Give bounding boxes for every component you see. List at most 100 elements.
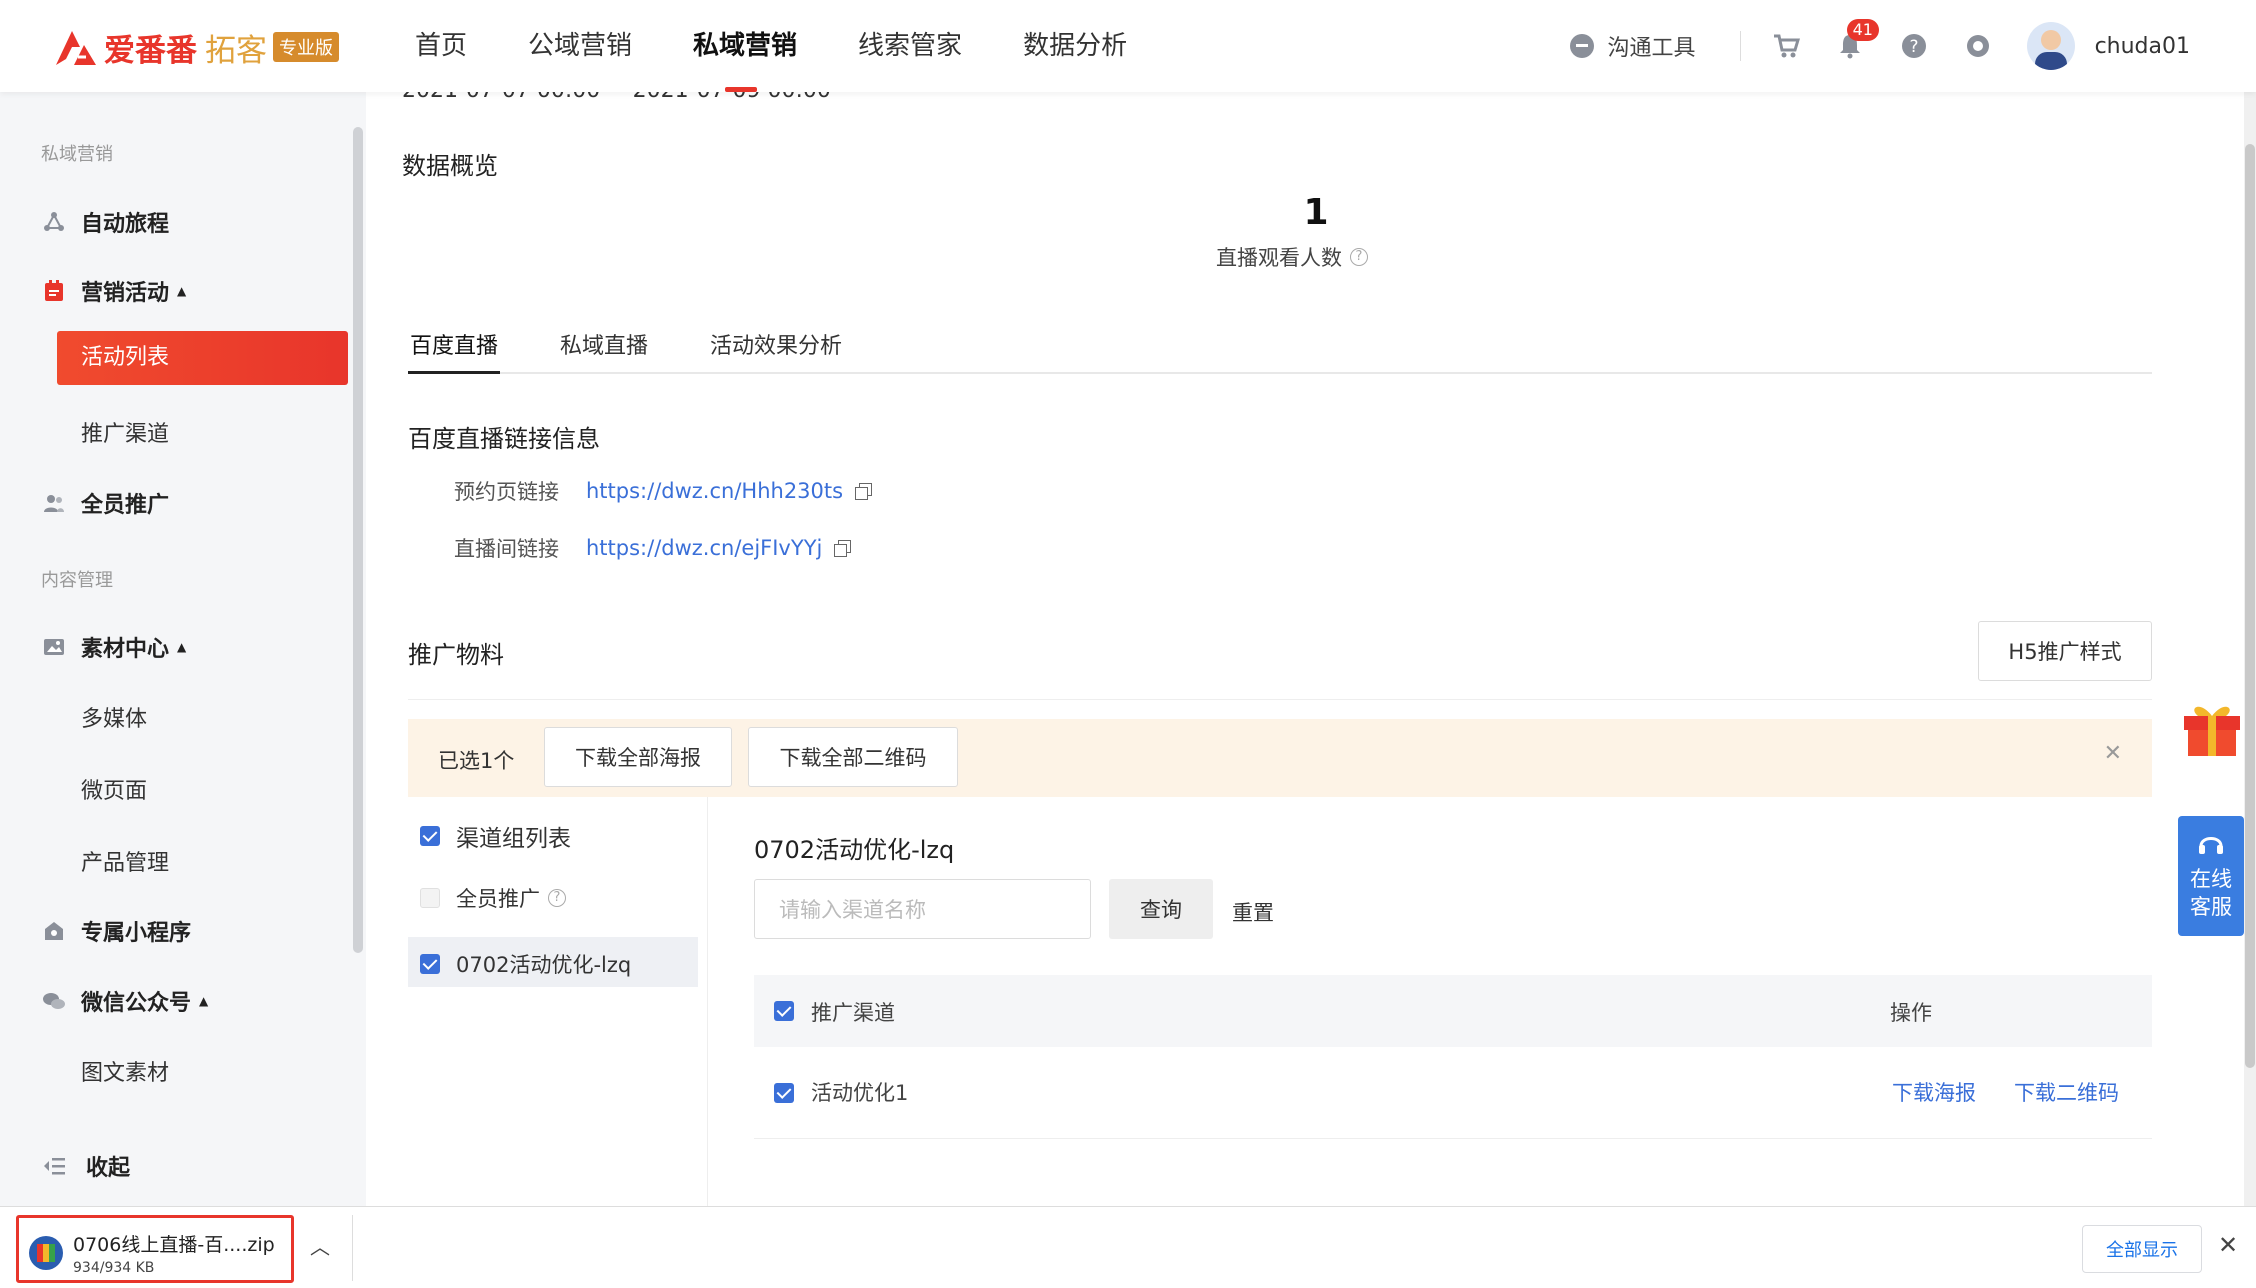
sidebar-item-label: 营销活动: [81, 281, 170, 306]
tree-label: 渠道组列表: [456, 826, 571, 852]
tree-label: 0702活动优化-lzq: [456, 953, 632, 977]
comm-tool-label: 沟通工具: [1607, 36, 1696, 61]
sidebar-item-multimedia[interactable]: 多媒体: [81, 701, 147, 733]
sidebar-item-mini-program[interactable]: 专属小程序: [42, 915, 191, 947]
cs-label-1: 在线: [2190, 867, 2232, 891]
question-icon[interactable]: ?: [548, 889, 566, 907]
row-channel: 活动优化1: [811, 1081, 909, 1105]
sidebar-item-material-center[interactable]: 素材中心 ▲: [42, 631, 186, 663]
users-icon: [44, 495, 64, 512]
online-service-button[interactable]: 在线 客服: [2178, 816, 2244, 936]
nav-lead-manager[interactable]: 线索管家: [858, 0, 962, 92]
channel-group-title: 0702活动优化-lzq: [754, 836, 955, 864]
chevron-up-icon[interactable]: ︿: [310, 1231, 330, 1260]
viewer-count: 1: [1303, 192, 1329, 233]
chat-icon: [1569, 34, 1594, 58]
cs-label-2: 客服: [2190, 895, 2232, 919]
sidebar-item-product-mgmt[interactable]: 产品管理: [81, 845, 169, 877]
select-all-checkbox[interactable]: [774, 1001, 794, 1021]
download-item[interactable]: 0706线上直播-百....zip 934/934 KB: [16, 1215, 294, 1283]
copy-icon[interactable]: [855, 483, 873, 500]
sidebar: 私域营销 自动旅程 营销活动 ▲ 活动列表 推广渠道 全员推广 内容管理 素材中…: [0, 92, 366, 1206]
page-scrollbar[interactable]: [2244, 92, 2256, 1206]
username[interactable]: chuda01: [2095, 34, 2190, 59]
table-row: 活动优化1 下载海报 下载二维码: [754, 1047, 2152, 1139]
settings-icon[interactable]: [1963, 31, 1993, 61]
channel-tree: 渠道组列表 全员推广 ? 0702活动优化-lzq: [408, 797, 708, 1206]
sidebar-item-article-material[interactable]: 图文素材: [81, 1055, 169, 1087]
row-checkbox[interactable]: [774, 1083, 794, 1103]
tree-label: 全员推广: [456, 887, 540, 911]
nav-public-marketing[interactable]: 公域营销: [528, 0, 632, 92]
comm-tool-button[interactable]: 沟通工具: [1569, 30, 1696, 62]
sidebar-group-private-marketing: 私域营销: [41, 144, 113, 165]
nav-home[interactable]: 首页: [415, 0, 467, 92]
archive-file-icon: [29, 1236, 63, 1270]
sidebar-scrollbar[interactable]: [353, 127, 363, 953]
mini-program-icon: [45, 922, 63, 940]
sidebar-collapse-button[interactable]: 收起: [42, 1150, 130, 1182]
download-file-size: 934/934 KB: [73, 1260, 155, 1276]
collapse-label: 收起: [86, 1156, 131, 1181]
download-file-name: 0706线上直播-百....zip: [73, 1234, 275, 1256]
caret-up-icon: ▲: [177, 640, 187, 654]
caret-up-icon: ▲: [199, 994, 209, 1008]
scroll-thumb[interactable]: [2245, 144, 2255, 1068]
channel-search-input[interactable]: 请输入渠道名称: [754, 879, 1091, 939]
tree-all-staff[interactable]: 全员推广 ?: [420, 883, 566, 913]
sidebar-item-wechat-official[interactable]: 微信公众号 ▲: [42, 985, 208, 1017]
download-all-qr-button[interactable]: 下载全部二维码: [748, 727, 958, 787]
booking-link[interactable]: https://dwz.cn/Hhh230ts: [586, 479, 843, 503]
svg-text:?: ?: [1909, 37, 1918, 57]
header-right: 沟通工具 41 ? chuda01: [1569, 0, 2256, 92]
app-page: 爱番番 拓客 专业版 首页 公域营销 私域营销 线索管家 数据分析 沟通工具 4…: [0, 0, 2256, 1288]
sidebar-item-auto-journey[interactable]: 自动旅程: [42, 206, 169, 238]
tab-effect-analysis[interactable]: 活动效果分析: [708, 328, 844, 374]
question-icon[interactable]: ?: [1350, 248, 1368, 266]
show-all-button[interactable]: 全部显示: [2082, 1225, 2202, 1273]
download-poster-link[interactable]: 下载海报: [1892, 1077, 1976, 1107]
reset-button[interactable]: 重置: [1232, 897, 1274, 927]
copy-icon[interactable]: [834, 540, 852, 557]
link-info-title: 百度直播链接信息: [408, 425, 600, 453]
help-icon[interactable]: ?: [1899, 31, 1929, 61]
h5-style-button[interactable]: H5推广样式: [1978, 621, 2152, 681]
live-tabs: 百度直播 私域直播 活动效果分析: [408, 328, 2152, 374]
sidebar-item-label: 全员推广: [81, 493, 170, 518]
download-qr-link[interactable]: 下载二维码: [2014, 1077, 2119, 1107]
sidebar-item-activity-list[interactable]: 活动列表: [57, 331, 348, 385]
tab-private-live[interactable]: 私域直播: [558, 328, 650, 374]
sidebar-item-promo-channel[interactable]: 推广渠道: [81, 416, 169, 448]
main-content: 2021-07-07 00:00 ~ 2021-07-09 00:00 数据概览…: [366, 92, 2244, 1206]
checkbox-checked[interactable]: [420, 826, 440, 846]
selected-count: 已选1个: [438, 749, 515, 773]
live-link-row: 直播间链接 https://dwz.cn/ejFIvYYj: [454, 533, 852, 563]
journey-icon: [44, 212, 64, 231]
bell-icon[interactable]: 41: [1835, 19, 1879, 61]
tree-group-item[interactable]: 0702活动优化-lzq: [420, 949, 631, 979]
sidebar-item-micro-page[interactable]: 微页面: [81, 773, 147, 805]
sidebar-item-marketing-activity[interactable]: 营销活动 ▲: [42, 275, 186, 307]
gift-icon[interactable]: [2180, 694, 2244, 758]
tree-channel-group-list[interactable]: 渠道组列表: [420, 819, 571, 853]
wechat-icon: [43, 993, 65, 1009]
sidebar-item-label: 素材中心: [81, 637, 170, 662]
logo[interactable]: 爱番番 拓客 专业版: [52, 24, 339, 70]
close-icon[interactable]: ✕: [2104, 741, 2122, 766]
tab-baidu-live[interactable]: 百度直播: [408, 328, 501, 374]
query-button[interactable]: 查询: [1109, 879, 1213, 939]
selection-bar: 已选1个 下载全部海报 下载全部二维码 ✕: [408, 719, 2152, 797]
checkbox-checked[interactable]: [420, 954, 440, 974]
avatar[interactable]: [2026, 22, 2075, 70]
sidebar-item-all-staff-promo[interactable]: 全员推广: [42, 487, 169, 519]
nav-data-analysis[interactable]: 数据分析: [1023, 0, 1127, 92]
cart-icon[interactable]: [1771, 31, 1801, 61]
download-all-posters-button[interactable]: 下载全部海报: [544, 727, 732, 787]
live-link[interactable]: https://dwz.cn/ejFIvYYj: [586, 536, 822, 560]
caret-up-icon: ▲: [177, 284, 187, 298]
nav-private-marketing[interactable]: 私域营销: [693, 0, 797, 92]
live-link-label: 直播间链接: [454, 537, 559, 561]
main-nav: 首页 公域营销 私域营销 线索管家 数据分析: [415, 0, 1188, 92]
header-divider: [1739, 31, 1741, 61]
close-icon[interactable]: ✕: [2218, 1231, 2238, 1259]
